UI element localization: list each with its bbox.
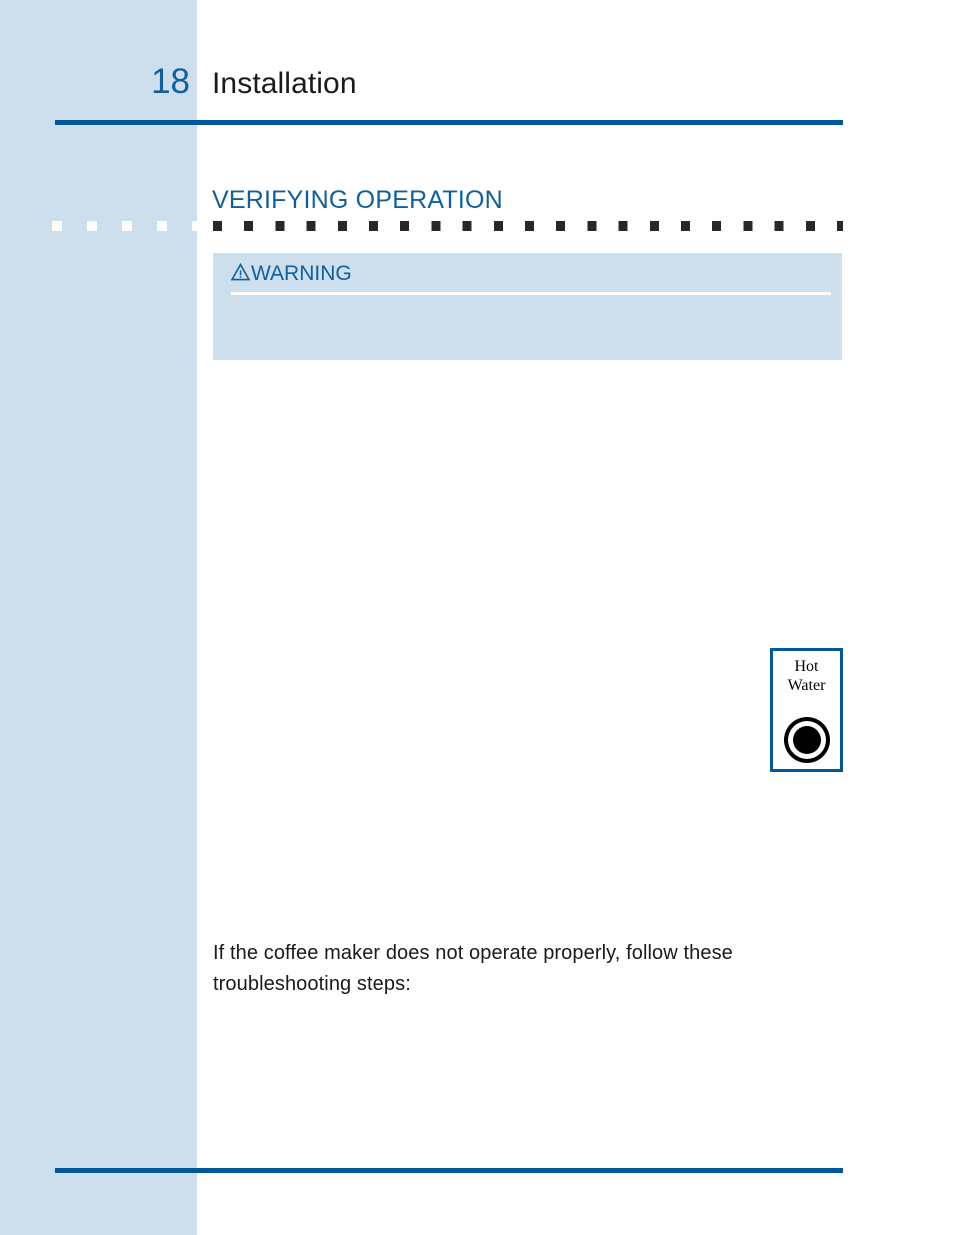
footer-rule xyxy=(55,1168,843,1173)
manual-page: 18 Installation VERIFYING OPERATION WARN… xyxy=(0,0,954,1235)
page-number: 18 xyxy=(151,62,190,101)
warning-label-text: WARNING xyxy=(251,262,352,285)
header-rule xyxy=(55,120,843,125)
round-push-button-core xyxy=(792,726,821,754)
round-push-button-ring xyxy=(787,721,826,759)
hot-water-label: Hot Water xyxy=(773,657,840,695)
hot-water-button-figure: Hot Water xyxy=(770,648,843,772)
page-side-band xyxy=(0,0,197,1235)
chapter-title: Installation xyxy=(212,67,357,100)
round-push-button-icon xyxy=(783,717,830,763)
warning-label: WARNING xyxy=(230,261,352,288)
hot-water-label-line2: Water xyxy=(787,677,826,694)
warning-divider xyxy=(231,292,831,295)
dashed-rule-main-segment xyxy=(213,221,843,231)
hot-water-label-line1: Hot xyxy=(794,658,819,675)
section-heading: VERIFYING OPERATION xyxy=(212,186,503,214)
body-paragraph: If the coffee maker does not operate pro… xyxy=(213,942,733,995)
warning-callout: WARNING xyxy=(213,253,842,360)
warning-triangle-icon xyxy=(230,262,251,288)
dashed-rule-band-segment xyxy=(52,221,198,231)
